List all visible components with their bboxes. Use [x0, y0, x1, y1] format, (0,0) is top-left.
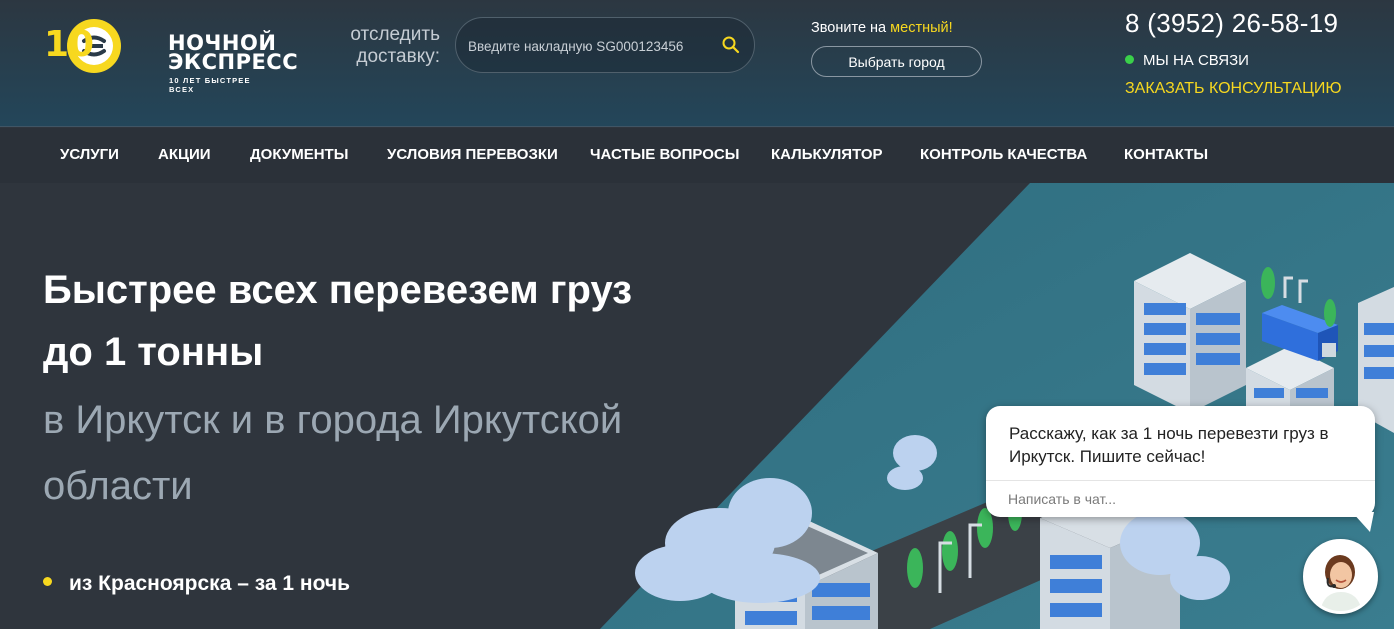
chat-divider	[986, 480, 1375, 481]
hero-subtitle-line1: в Иркутск и в города Иркутской	[43, 398, 623, 442]
hero-bullet-text: из Красноярска – за 1 ночь	[69, 572, 350, 595]
online-status: МЫ НА СВЯЗИ	[1125, 52, 1249, 69]
chat-operator-avatar[interactable]	[1303, 539, 1378, 614]
nav-item-quality-control[interactable]: КОНТРОЛЬ КАЧЕСТВА	[920, 146, 1087, 163]
logo-slogan: 10 ЛЕТ БЫСТРЕЕ ВСЕХ	[169, 76, 251, 94]
track-label-line1: отследить	[350, 24, 440, 45]
logo-word: НОЧНОЙ ЭКСПРЕСС	[168, 33, 299, 74]
hero-subtitle: в Иркутск и в города Иркутской области	[43, 387, 622, 519]
nav-item-promotions[interactable]: АКЦИИ	[158, 146, 211, 163]
hero-title-line2: до 1 тонны	[43, 330, 264, 374]
hero-title-line1: Быстрее всех перевезем груз	[43, 268, 633, 312]
logo[interactable]: 10 НОЧНОЙ ЭКСПРЕСС 10 ЛЕТ БЫСТРЕЕ ВСЕХ	[42, 14, 298, 94]
hero-title: Быстрее всех перевезем груз до 1 тонны	[43, 259, 632, 383]
operator-avatar-icon	[1306, 542, 1375, 611]
call-local-text: Звоните на местный!	[811, 20, 953, 36]
nav-item-calculator[interactable]: КАЛЬКУЛЯТОР	[771, 146, 883, 163]
site-header: 10 НОЧНОЙ ЭКСПРЕСС 10 ЛЕТ БЫСТРЕЕ ВСЕХ о…	[0, 0, 1394, 127]
call-prefix: Звоните на	[811, 20, 891, 36]
nav-item-contacts[interactable]: КОНТАКТЫ	[1124, 146, 1208, 163]
track-input[interactable]	[468, 35, 718, 57]
track-label-line2: доставку:	[356, 46, 440, 67]
phone-number[interactable]: 8 (3952) 26-58-19	[1125, 8, 1338, 39]
search-icon[interactable]	[721, 35, 741, 55]
logo-badge-number: 10	[44, 24, 94, 65]
call-highlight: местный!	[890, 20, 953, 36]
hero-bullet: из Красноярска – за 1 ночь	[43, 572, 350, 596]
hero-subtitle-line2: области	[43, 464, 193, 508]
track-field	[455, 17, 755, 73]
building-icon	[1134, 253, 1246, 413]
chat-message: Расскажу, как за 1 ночь перевезти груз в…	[1009, 424, 1329, 466]
online-dot-icon	[1125, 55, 1134, 64]
select-city-button[interactable]: Выбрать город	[811, 46, 982, 77]
nav-item-services[interactable]: УСЛУГИ	[60, 146, 119, 163]
online-status-label: МЫ НА СВЯЗИ	[1143, 52, 1249, 69]
bullet-dot-icon	[43, 577, 52, 586]
nav-item-faq[interactable]: ЧАСТЫЕ ВОПРОСЫ	[590, 146, 739, 163]
track-label: отследить доставку:	[332, 24, 440, 68]
chat-tail-icon	[1352, 512, 1374, 532]
main-nav: УСЛУГИ АКЦИИ ДОКУМЕНТЫ УСЛОВИЯ ПЕРЕВОЗКИ…	[0, 128, 1394, 183]
logo-badge-icon: 10	[44, 19, 121, 73]
chat-widget: Расскажу, как за 1 ночь перевезти груз в…	[986, 406, 1375, 517]
order-consultation-link[interactable]: ЗАКАЗАТЬ КОНСУЛЬТАЦИЮ	[1125, 80, 1342, 98]
logo-word-line2: ЭКСПРЕСС	[168, 50, 299, 74]
nav-item-shipping-terms[interactable]: УСЛОВИЯ ПЕРЕВОЗКИ	[387, 146, 558, 163]
chat-input[interactable]	[1008, 488, 1353, 510]
nav-item-documents[interactable]: ДОКУМЕНТЫ	[250, 146, 348, 163]
